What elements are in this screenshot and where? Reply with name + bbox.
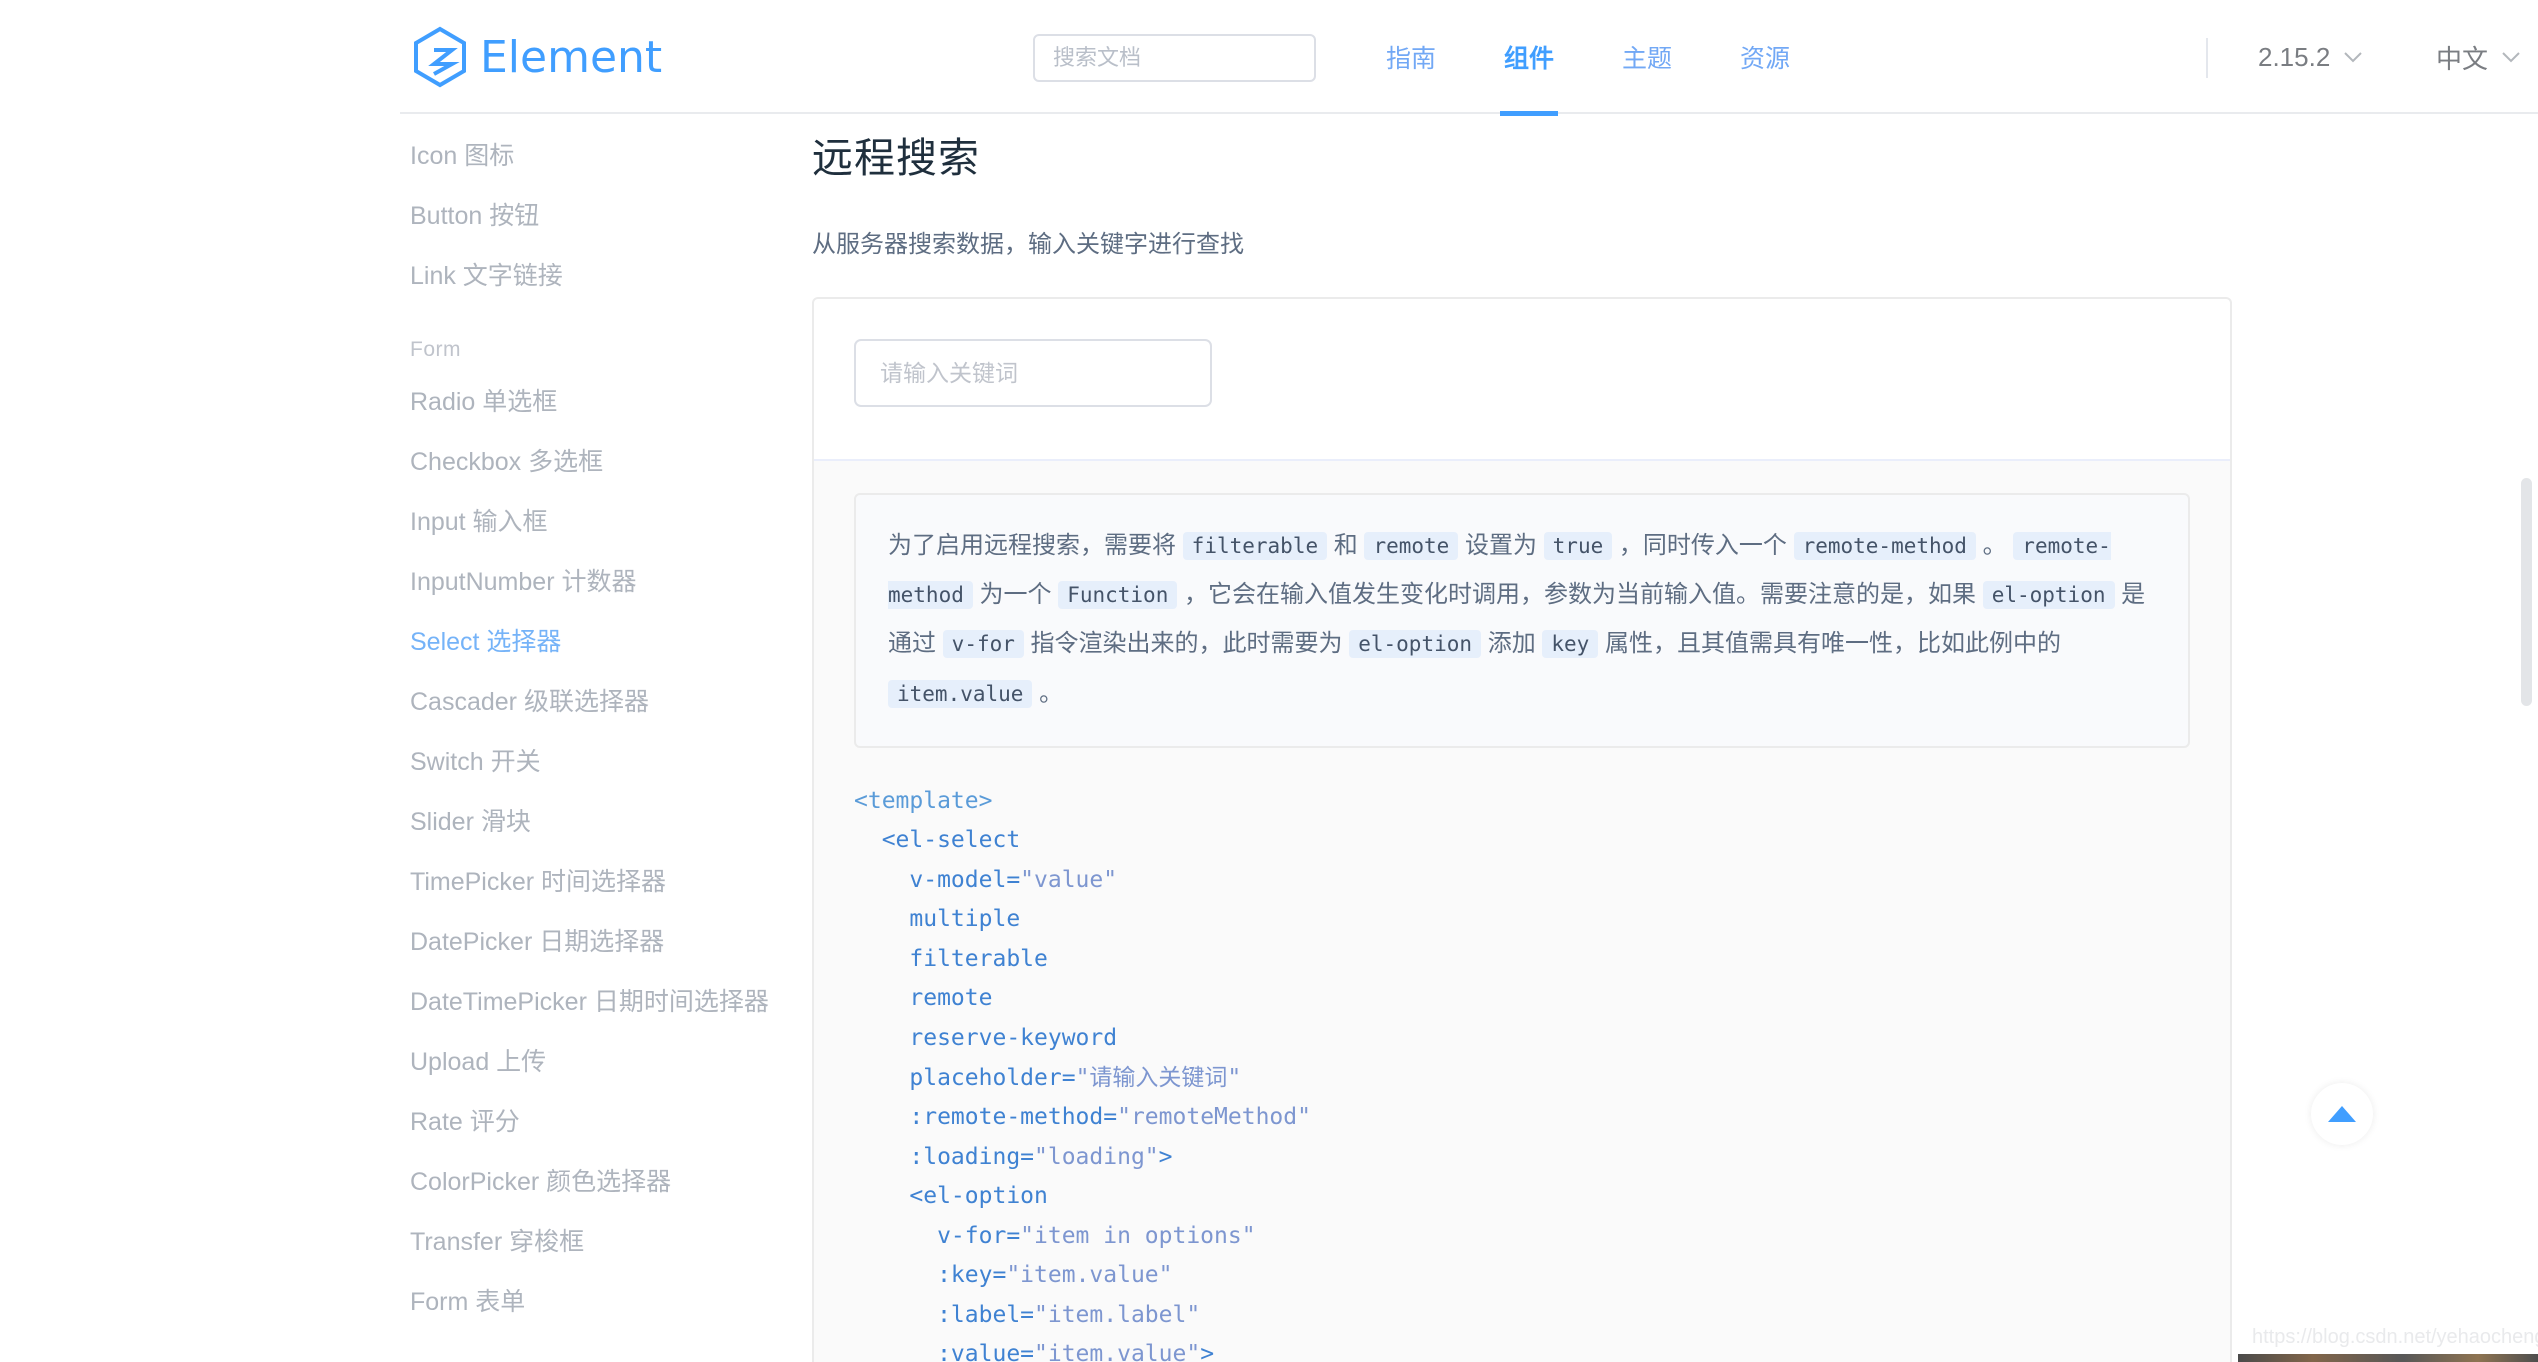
- demo-code-area: <template> <el-select v-model="value" mu…: [814, 747, 2230, 1362]
- nav-item-guide[interactable]: 指南: [1352, 0, 1470, 114]
- sidebar-item-inputnumber[interactable]: InputNumber 计数器: [410, 550, 830, 610]
- nav-item-components[interactable]: 组件: [1470, 0, 1588, 116]
- sidebar-item-upload[interactable]: Upload 上传: [410, 1030, 830, 1090]
- page-description: 从服务器搜索数据，输入关键字进行查找: [812, 231, 1244, 258]
- demo-meta: 为了启用远程搜索，需要将 filterable 和 remote 设置为 tru…: [814, 459, 2230, 748]
- sidebar-group-label: Form: [410, 338, 461, 361]
- inline-code: remote: [1364, 532, 1459, 560]
- sidebar-item-form[interactable]: Form 表单: [410, 1270, 830, 1330]
- page-scrollbar-thumb[interactable]: [2521, 478, 2532, 706]
- nav-label-theme: 主题: [1622, 45, 1673, 73]
- sidebar-item-icon[interactable]: Icon 图标: [410, 124, 830, 184]
- inline-code: v-for: [942, 630, 1024, 659]
- watermark-text: https://blog.csdn.net/yehaocheng520: [2252, 1326, 2538, 1348]
- sidebar-label: Link 文字链接: [410, 262, 563, 290]
- sidebar-item-timepicker[interactable]: TimePicker 时间选择器: [410, 850, 830, 910]
- sidebar-label: InputNumber 计数器: [410, 568, 637, 596]
- sidebar-group-form: Form: [410, 304, 830, 370]
- brand-logo[interactable]: Element: [412, 26, 662, 88]
- back-to-top-button[interactable]: [2311, 1083, 2373, 1145]
- sidebar-label: Cascader 级联选择器: [410, 688, 649, 716]
- sidebar-item-datetimepicker[interactable]: DateTimePicker 日期时间选择器: [410, 970, 830, 1030]
- inline-code: el-option: [1982, 581, 2115, 610]
- sidebar-item-datepicker[interactable]: DatePicker 日期选择器: [410, 910, 830, 970]
- page-title: 远程搜索: [812, 135, 980, 181]
- site-container: Element 指南 组件 主题 资源: [400, 0, 2538, 1362]
- language-label: 中文: [2436, 43, 2489, 74]
- sidebar-label: Form 表单: [410, 1288, 526, 1316]
- bottom-edge-artifact: [2238, 1354, 2538, 1362]
- demo-select-input[interactable]: [854, 339, 1212, 407]
- page-scrollbar-track[interactable]: [2516, 0, 2538, 1362]
- sidebar-label: ColorPicker 颜色选择器: [410, 1168, 672, 1196]
- sidebar-label: Transfer 穿梭框: [410, 1228, 585, 1256]
- inline-code: item.value: [888, 679, 1033, 708]
- sidebar-label: Slider 滑块: [410, 808, 531, 836]
- sidebar-item-transfer[interactable]: Transfer 穿梭框: [410, 1210, 830, 1270]
- sidebar-item-select[interactable]: Select 选择器: [410, 610, 830, 670]
- sidebar-item-button[interactable]: Button 按钮: [410, 184, 830, 244]
- nav-label-resource: 资源: [1740, 45, 1791, 73]
- header-divider: [2206, 38, 2208, 78]
- inline-code: remote-method: [1793, 532, 1976, 560]
- sidebar-label: Upload 上传: [410, 1048, 547, 1076]
- brand-name: Element: [480, 31, 663, 83]
- sidebar-label: Icon 图标: [410, 142, 515, 170]
- demo-preview: [814, 299, 2230, 459]
- inline-code: el-option: [1349, 630, 1482, 659]
- inline-code: true: [1543, 532, 1613, 560]
- sidebar-item-cascader[interactable]: Cascader 级联选择器: [410, 670, 830, 730]
- sidebar-item-radio[interactable]: Radio 单选框: [410, 370, 830, 430]
- nav-item-theme[interactable]: 主题: [1588, 0, 1706, 114]
- sidebar-label: TimePicker 时间选择器: [410, 868, 667, 896]
- nav-item-resource[interactable]: 资源: [1706, 0, 1824, 114]
- sidebar-item-link[interactable]: Link 文字链接: [410, 244, 830, 304]
- sidebar-label: Select 选择器: [410, 628, 562, 656]
- main-content: 远程搜索 从服务器搜索数据，输入关键字进行查找 为了启用远程搜索，需要将 fil…: [812, 124, 2232, 1362]
- page-root: Element 指南 组件 主题 资源: [0, 0, 2538, 1362]
- code-snippet: <template> <el-select v-model="value" mu…: [854, 787, 1311, 1362]
- sidebar-label: Rate 评分: [410, 1108, 520, 1136]
- triangle-up-icon: [2328, 1106, 2356, 1122]
- sidebar-label: Checkbox 多选框: [410, 448, 604, 476]
- sidebar-label: Button 按钮: [410, 202, 540, 230]
- sidebar-item-checkbox[interactable]: Checkbox 多选框: [410, 430, 830, 490]
- inline-code: filterable: [1182, 532, 1328, 560]
- sidebar-nav: Icon 图标 Button 按钮 Link 文字链接 Form Radio 单…: [410, 124, 830, 1330]
- nav-label-guide: 指南: [1386, 45, 1437, 73]
- header-nav: 指南 组件 主题 资源: [1352, 0, 1824, 116]
- sidebar-item-colorpicker[interactable]: ColorPicker 颜色选择器: [410, 1150, 830, 1210]
- element-logo-icon: [412, 26, 468, 88]
- demo-block: 为了启用远程搜索，需要将 filterable 和 remote 设置为 tru…: [812, 297, 2232, 1362]
- sidebar-item-rate[interactable]: Rate 评分: [410, 1090, 830, 1150]
- sidebar-label: Switch 开关: [410, 748, 541, 776]
- search-input[interactable]: [1035, 36, 1314, 80]
- version-label: 2.15.2: [2258, 41, 2331, 72]
- inline-code: key: [1542, 630, 1599, 659]
- sidebar-label: Input 输入框: [410, 508, 548, 536]
- inline-code: Function: [1058, 581, 1178, 610]
- sidebar-label: Radio 单选框: [410, 388, 558, 416]
- sidebar-item-slider[interactable]: Slider 滑块: [410, 790, 830, 850]
- nav-label-components: 组件: [1504, 45, 1555, 73]
- chevron-down-icon: [2344, 51, 2363, 63]
- version-selector[interactable]: 2.15.2: [2258, 0, 2363, 114]
- language-selector[interactable]: 中文: [2436, 0, 2520, 114]
- sidebar-label: DateTimePicker 日期时间选择器: [410, 988, 769, 1016]
- sidebar-label: DatePicker 日期选择器: [410, 928, 665, 956]
- header-search[interactable]: [1033, 34, 1316, 82]
- keyword-input[interactable]: [880, 359, 1186, 387]
- sidebar-item-switch[interactable]: Switch 开关: [410, 730, 830, 790]
- sidebar-item-input[interactable]: Input 输入框: [410, 490, 830, 550]
- site-header: Element 指南 组件 主题 资源: [400, 0, 2538, 116]
- demo-description-tip: 为了启用远程搜索，需要将 filterable 和 remote 设置为 tru…: [854, 493, 2190, 748]
